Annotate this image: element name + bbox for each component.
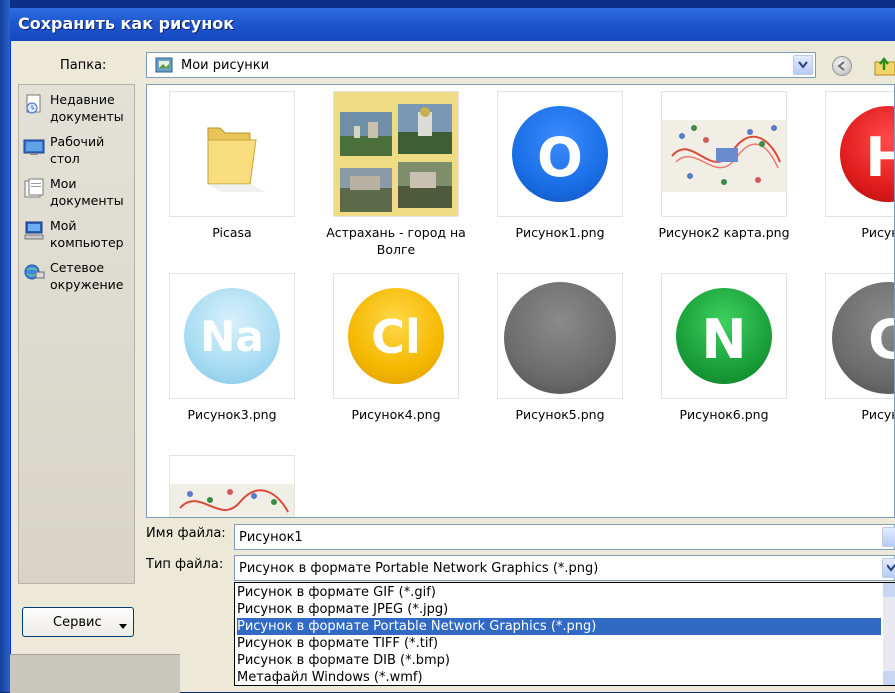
element-badge-icon: N: [676, 288, 772, 384]
folder-label: Папка:: [60, 58, 107, 73]
place-label: Сетевое окружение: [50, 260, 124, 292]
filetype-option[interactable]: Рисунок в формате DIB (*.bmp): [237, 652, 881, 669]
element-badge-icon: Cl: [348, 288, 444, 384]
filetype-option[interactable]: Рисунок в формате TIFF (*.tif): [237, 635, 881, 652]
file-name: Астрахань - город на Волге: [326, 225, 466, 257]
desktop-edge: [0, 0, 10, 692]
file-tile-risunok2[interactable]: [661, 91, 787, 217]
file-tile-map-2[interactable]: [169, 455, 295, 517]
file-name: Рисунок3.png: [187, 407, 277, 422]
element-badge-icon: C: [832, 282, 894, 394]
badge-letter: C: [832, 308, 894, 371]
file-name: Рисунок1.png: [515, 225, 605, 240]
element-badge-icon: [504, 282, 616, 394]
network-places-icon: [23, 261, 45, 283]
file-tile-risunok-h[interactable]: H: [825, 91, 894, 217]
file-name: Рисунок5.png: [515, 407, 605, 422]
map-thumbnail-icon: [662, 120, 786, 192]
filename-input[interactable]: Рисунок1: [234, 524, 895, 550]
filename-label: Имя файла:: [146, 526, 226, 541]
chevron-down-icon: [798, 61, 808, 69]
file-tile-risunok5[interactable]: [497, 273, 623, 399]
taskbar-edge: [10, 654, 180, 693]
file-name: Рисунок6.png: [679, 407, 769, 422]
window-title: Сохранить как рисунок: [18, 14, 235, 33]
filetype-option[interactable]: Рисунок в формате JPEG (*.jpg): [237, 601, 881, 618]
recent-documents-icon: [23, 93, 45, 115]
file-tile-risunok1[interactable]: O: [497, 91, 623, 217]
badge-letter: Na: [200, 312, 264, 361]
filetype-option[interactable]: Метафайл Windows (*.wmf): [237, 669, 881, 686]
filetype-dropdown-list[interactable]: Рисунок в формате GIF (*.gif) Рисунок в …: [234, 582, 895, 686]
file-name: Рисунок: [861, 407, 894, 422]
file-tile-risunok6[interactable]: N: [661, 273, 787, 399]
photo-folder-icon: [334, 92, 458, 216]
scroll-up-icon[interactable]: [883, 583, 895, 597]
my-computer-icon: [23, 219, 45, 241]
element-badge-icon: H: [840, 106, 894, 202]
badge-letter: H: [840, 126, 894, 189]
folder-icon: [207, 127, 266, 192]
filetype-dropdown-button[interactable]: [882, 558, 895, 578]
back-arrow-icon[interactable]: [832, 56, 852, 76]
file-tile-picasa[interactable]: [169, 91, 295, 217]
map-thumbnail-icon: [170, 484, 294, 517]
filetype-label: Тип файла:: [146, 557, 224, 572]
folder-up-icon[interactable]: [874, 54, 895, 76]
element-badge-icon: Na: [184, 288, 280, 384]
place-label: Рабочий стол: [50, 134, 105, 166]
place-label: Недавние документы: [50, 92, 124, 124]
badge-letter: O: [537, 126, 583, 189]
place-label: Мой компьютер: [50, 218, 124, 250]
file-tile-risunok-c[interactable]: C: [825, 273, 894, 399]
file-tile-astrakhan[interactable]: [333, 91, 459, 217]
file-name: Рисунок: [861, 225, 894, 240]
file-name: Рисунок2 карта.png: [658, 225, 790, 240]
dropdown-scrollbar[interactable]: [883, 583, 895, 685]
places-bar: Недавние документы Рабочий стол Мои доку…: [18, 84, 135, 584]
file-list[interactable]: Picasa Астрахань - город на Волге O Рису…: [146, 84, 895, 518]
my-documents-icon: [23, 177, 45, 199]
file-tile-risunok3[interactable]: Na: [169, 273, 295, 399]
folder-value: Мои рисунки: [181, 58, 270, 73]
desktop-icon: [23, 135, 45, 157]
element-badge-icon: O: [512, 106, 608, 202]
chevron-down-icon: [887, 564, 895, 572]
filetype-select[interactable]: Рисунок в формате Portable Network Graph…: [234, 555, 895, 581]
folder-dropdown-button[interactable]: [793, 55, 813, 75]
scroll-down-icon[interactable]: [883, 671, 895, 685]
filetype-value: Рисунок в формате Portable Network Graph…: [239, 561, 599, 576]
place-label: Мои документы: [50, 176, 124, 208]
file-name: Рисунок4.png: [351, 407, 441, 422]
badge-letter: Cl: [371, 310, 421, 364]
filename-value: Рисунок1: [239, 530, 303, 545]
file-name: Picasa: [212, 225, 252, 240]
filetype-option[interactable]: Рисунок в формате GIF (*.gif): [237, 584, 881, 601]
service-button[interactable]: Сервис: [22, 607, 134, 637]
filename-dropdown-button[interactable]: [882, 527, 895, 547]
pictures-folder-icon: [155, 57, 173, 73]
file-tile-risunok4[interactable]: Cl: [333, 273, 459, 399]
folder-select[interactable]: Мои рисунки: [146, 52, 816, 78]
badge-letter: N: [701, 308, 747, 371]
service-label: Сервис: [53, 615, 102, 630]
filetype-option-selected[interactable]: Рисунок в формате Portable Network Graph…: [237, 618, 881, 635]
chevron-down-icon: [119, 619, 127, 634]
